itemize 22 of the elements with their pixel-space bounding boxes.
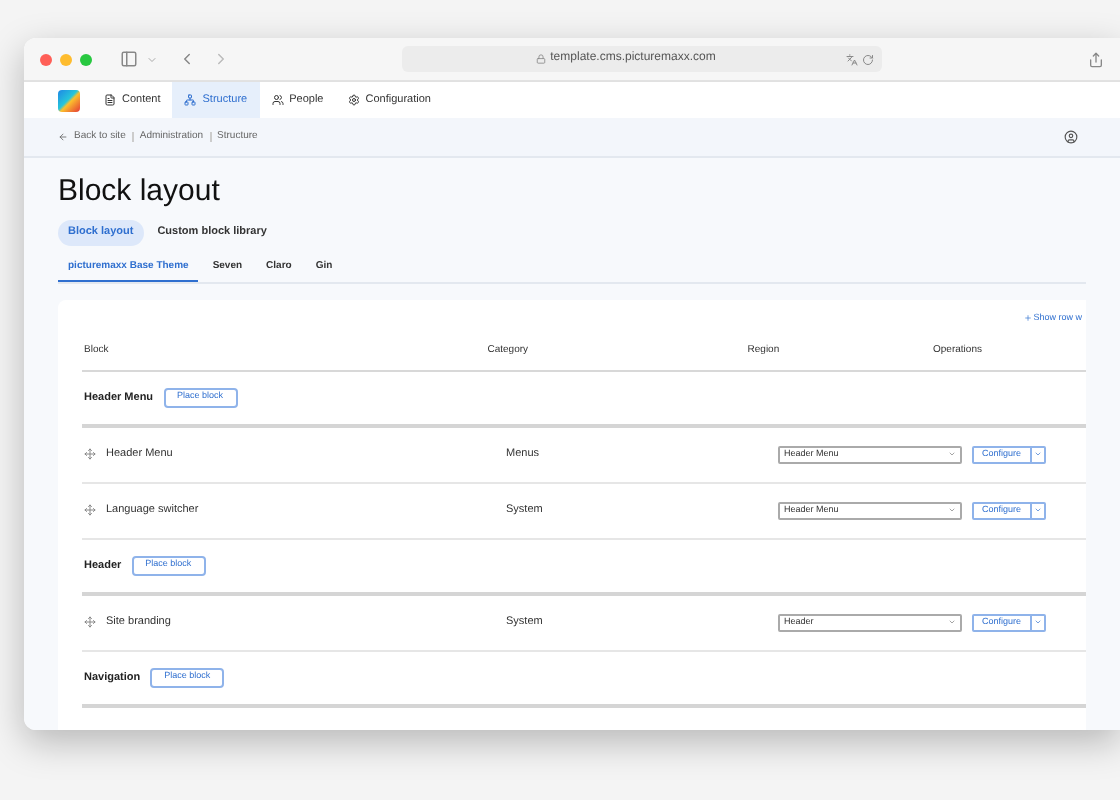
nav-icon (271, 94, 284, 106)
user-icon[interactable] (1064, 130, 1078, 144)
forward-icon[interactable] (212, 50, 230, 68)
lock-icon (536, 54, 547, 64)
drag-handle-icon[interactable] (84, 504, 96, 517)
close-window-icon[interactable] (40, 53, 52, 65)
nav-icon (104, 94, 116, 106)
drag-handle-icon[interactable] (84, 448, 96, 461)
reload-icon[interactable] (862, 53, 874, 65)
minimize-window-icon[interactable] (60, 53, 72, 65)
nav-icon (184, 94, 197, 106)
plus-icon (1023, 314, 1032, 323)
nav-icon (347, 94, 360, 106)
drag-handle-icon[interactable] (84, 616, 96, 629)
page-title: Block layout (58, 174, 222, 210)
logo-icon[interactable] (58, 89, 80, 111)
back-arrow-icon (58, 132, 68, 142)
sidebar-icon[interactable] (120, 50, 138, 68)
translate-icon[interactable] (846, 53, 858, 65)
back-icon[interactable] (178, 50, 196, 68)
share-icon[interactable] (1088, 51, 1104, 67)
zoom-window-icon[interactable] (80, 53, 92, 65)
